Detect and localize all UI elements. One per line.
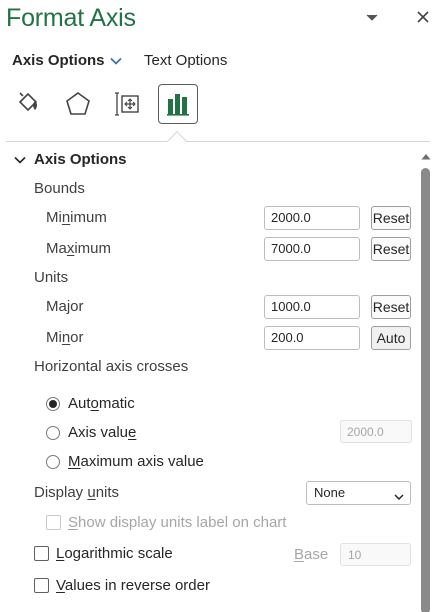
- radio-automatic-label: Automatic: [68, 395, 135, 412]
- minor-auto-button[interactable]: Auto: [371, 326, 411, 350]
- close-icon[interactable]: [414, 8, 432, 26]
- scrollbar-thumb[interactable]: [421, 168, 430, 612]
- chevron-down-icon: [394, 489, 404, 501]
- radio-button[interactable]: [46, 454, 60, 469]
- minimum-label: Minimum: [46, 209, 107, 226]
- tab-axis-options[interactable]: Axis Options: [12, 52, 105, 69]
- display-units-dropdown[interactable]: None: [306, 481, 411, 505]
- section-title: Axis Options: [34, 151, 127, 168]
- values-reverse-order-checkbox-row[interactable]: Values in reverse order: [34, 577, 210, 594]
- checkbox: [46, 515, 61, 530]
- pane-title: Format Axis: [6, 4, 136, 32]
- major-reset-button[interactable]: Reset: [371, 295, 411, 319]
- show-display-units-label: Show display units label on chart: [68, 514, 287, 531]
- logarithmic-scale-label: Logarithmic scale: [56, 545, 173, 562]
- major-input[interactable]: 1000.0: [264, 295, 360, 319]
- bounds-label: Bounds: [34, 180, 85, 197]
- base-label: Base: [294, 546, 329, 563]
- major-label: Major: [46, 298, 84, 315]
- fill-line-icon[interactable]: [8, 84, 48, 124]
- display-units-value: None: [314, 485, 346, 500]
- effects-pentagon-icon[interactable]: [58, 84, 98, 124]
- maximum-input[interactable]: 7000.0: [264, 237, 360, 261]
- radio-button[interactable]: [46, 425, 60, 440]
- units-label: Units: [34, 269, 69, 286]
- radio-axis-value-label: Axis value: [68, 424, 137, 441]
- checkbox[interactable]: [34, 578, 49, 593]
- minimum-reset-button[interactable]: Reset: [371, 206, 411, 230]
- radio-button[interactable]: [46, 396, 60, 411]
- minor-label: Minor: [46, 329, 84, 346]
- minor-input[interactable]: 200.0: [264, 326, 360, 350]
- minimum-input[interactable]: 2000.0: [264, 206, 360, 230]
- vertical-scrollbar[interactable]: [420, 150, 432, 612]
- radio-automatic[interactable]: Automatic: [46, 395, 135, 412]
- tab-text-options[interactable]: Text Options: [144, 52, 227, 69]
- radio-maximum-axis-value[interactable]: Maximum axis value: [46, 453, 204, 470]
- display-units-label: Display units: [34, 484, 120, 501]
- separator: [6, 141, 430, 142]
- radio-maximum-axis-value-label: Maximum axis value: [68, 453, 204, 470]
- chevron-down-icon[interactable]: [108, 54, 124, 68]
- chevron-down-icon: [12, 152, 28, 168]
- maximum-reset-button[interactable]: Reset: [371, 237, 411, 261]
- size-properties-icon[interactable]: [108, 84, 148, 124]
- scroll-up-arrow-icon[interactable]: [420, 150, 432, 162]
- axis-options-bar-chart-icon[interactable]: [158, 84, 198, 124]
- section-axis-options-header[interactable]: Axis Options: [12, 151, 127, 168]
- radio-axis-value[interactable]: Axis value: [46, 424, 136, 441]
- base-input: 10: [340, 543, 411, 566]
- values-reverse-order-label: Values in reverse order: [56, 577, 210, 594]
- selected-category-pointer: [167, 131, 187, 151]
- checkbox[interactable]: [34, 546, 49, 561]
- chevron-down-icon[interactable]: [364, 12, 380, 24]
- logarithmic-scale-checkbox-row[interactable]: Logarithmic scale: [34, 545, 173, 562]
- axis-crosses-label: Horizontal axis crosses: [34, 358, 189, 375]
- axis-value-input: 2000.0: [340, 420, 412, 443]
- maximum-label: Maximum: [46, 240, 112, 257]
- show-display-units-checkbox-row: Show display units label on chart: [46, 514, 286, 531]
